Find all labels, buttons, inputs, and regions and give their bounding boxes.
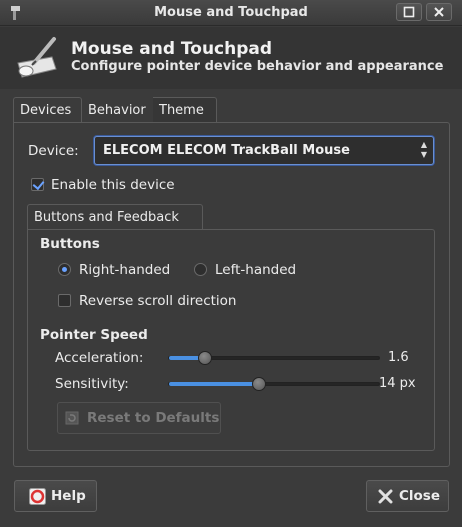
header-title: Mouse and Touchpad	[71, 39, 273, 59]
help-lifebuoy-icon	[29, 488, 46, 505]
tab-devices[interactable]: Devices	[13, 97, 82, 123]
reset-defaults-button[interactable]: Reset to Defaults	[57, 402, 221, 434]
right-handed-label[interactable]: Right-handed	[79, 262, 170, 278]
device-label: Device:	[28, 143, 79, 159]
acceleration-slider[interactable]	[168, 351, 380, 365]
sensitivity-fill	[169, 382, 259, 386]
sensitivity-label: Sensitivity:	[55, 376, 129, 392]
left-handed-label[interactable]: Left-handed	[215, 262, 296, 278]
title-bar: Mouse and Touchpad	[0, 0, 462, 26]
close-icon	[434, 7, 444, 17]
reverse-scroll-label[interactable]: Reverse scroll direction	[79, 293, 236, 309]
reverse-scroll-checkbox[interactable]	[58, 294, 71, 307]
pointer-speed-title: Pointer Speed	[40, 327, 148, 343]
help-label: Help	[51, 488, 86, 504]
acceleration-value: 1.6	[388, 350, 409, 365]
close-label: Close	[399, 488, 441, 504]
help-button[interactable]: Help	[14, 480, 97, 512]
mouse-tablet-icon	[17, 37, 57, 78]
tab-behavior[interactable]: Behavior	[81, 97, 153, 123]
tab-buttons-feedback[interactable]: Buttons and Feedback	[27, 204, 203, 230]
header-subtitle: Configure pointer device behavior and ap…	[71, 59, 444, 74]
tab-theme[interactable]: Theme	[153, 97, 217, 123]
left-handed-radio[interactable]	[194, 263, 207, 276]
acceleration-handle[interactable]	[198, 351, 212, 365]
sensitivity-handle[interactable]	[252, 377, 266, 391]
enable-device-checkbox[interactable]	[31, 178, 44, 191]
close-icon	[378, 489, 393, 504]
dialog-header: Mouse and Touchpad Configure pointer dev…	[0, 27, 462, 89]
revert-icon	[65, 411, 79, 425]
device-select-value: ELECOM ELECOM TrackBall Mouse	[103, 143, 350, 158]
maximize-button[interactable]	[396, 3, 422, 21]
enable-device-label[interactable]: Enable this device	[51, 177, 175, 193]
close-button[interactable]: Close	[366, 480, 449, 512]
buttons-section-title: Buttons	[40, 236, 100, 252]
acceleration-label: Acceleration:	[55, 350, 144, 366]
device-select[interactable]: ELECOM ELECOM TrackBall Mouse ▲ ▼	[94, 136, 434, 165]
right-handed-radio[interactable]	[58, 263, 71, 276]
maximize-icon	[403, 6, 415, 18]
sensitivity-slider[interactable]	[168, 377, 380, 391]
reset-defaults-label: Reset to Defaults	[87, 410, 220, 426]
window-close-button[interactable]	[426, 3, 452, 21]
window-title: Mouse and Touchpad	[154, 5, 308, 20]
sensitivity-value: 14 px	[379, 376, 416, 391]
updown-arrows-icon: ▲ ▼	[420, 140, 427, 159]
